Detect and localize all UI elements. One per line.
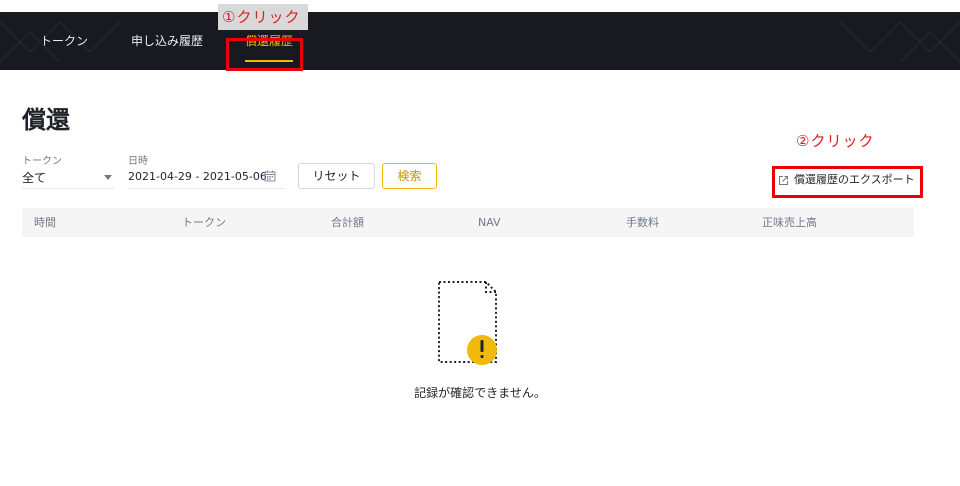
column-header-time: 時間 [34, 216, 56, 229]
top-strip [0, 0, 960, 12]
page-title: 償還 [22, 106, 70, 134]
date-filter-label: 日時 [128, 156, 148, 167]
navbar-decoration-right [840, 21, 960, 63]
column-header-nav: NAV [478, 216, 501, 229]
token-filter-label: トークン [22, 156, 62, 167]
annotation-step1-label: ①クリック [218, 4, 309, 30]
date-range-input[interactable]: 2021-04-29 - 2021-05-06 [128, 170, 267, 183]
top-navbar: トークン 申し込み履歴 償還履歴 [0, 12, 960, 70]
column-header-net-sales: 正味売上高 [762, 216, 817, 229]
tab-subscription-history[interactable]: 申し込み履歴 [131, 12, 203, 70]
empty-document-icon [438, 281, 497, 365]
table-header: 時間 トークン 合計額 NAV 手数料 正味売上高 [22, 208, 914, 237]
empty-state-message: 記録が確認できません。 [414, 386, 546, 400]
date-input-underline [128, 188, 284, 189]
tab-token[interactable]: トークン [40, 12, 88, 70]
chevron-down-icon[interactable] [104, 175, 112, 180]
empty-state [430, 276, 510, 368]
column-header-token: トークン [182, 216, 226, 229]
column-header-fee: 手数料 [626, 216, 659, 229]
external-link-icon [779, 176, 788, 185]
reset-button[interactable]: リセット [298, 163, 375, 189]
token-select-underline [22, 188, 114, 189]
column-header-total-amount: 合計額 [331, 216, 364, 229]
annotation-step1-box [226, 38, 303, 71]
calendar-icon[interactable] [264, 170, 276, 182]
token-select[interactable]: 全て [22, 169, 46, 186]
search-button[interactable]: 検索 [382, 163, 437, 189]
export-link-label: 償還履歴のエクスポート [794, 173, 915, 186]
annotation-step2-label: ②クリック [796, 132, 875, 150]
